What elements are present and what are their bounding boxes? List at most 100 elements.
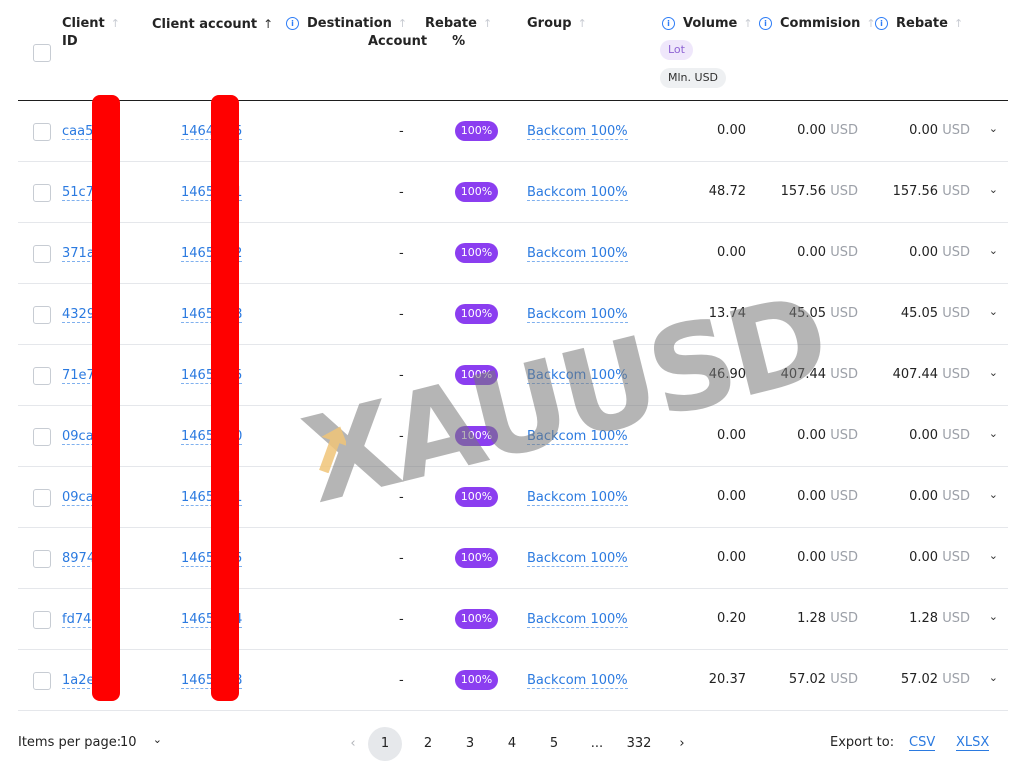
info-icon[interactable]: i [875, 17, 888, 30]
destination-account: - [399, 490, 404, 505]
expand-row-chevron-icon[interactable]: ⌄ [989, 427, 998, 440]
table-row[interactable]: 1a2e14658-100%Backcom 100%20.3757.02 USD… [18, 650, 1008, 711]
volume-unit-usd-toggle[interactable]: Mln. USD [660, 68, 727, 88]
page-button[interactable]: 332 [622, 727, 656, 761]
table-row[interactable]: 897414655-100%Backcom 100%0.000.00 USD0.… [18, 528, 1008, 589]
column-rebate-percent[interactable]: Rebate ↑ % [425, 15, 492, 51]
column-group[interactable]: Group ↑ [527, 15, 587, 33]
rebate-value: 57.02 USD [901, 672, 970, 687]
group-link[interactable]: Backcom 100% [527, 612, 628, 628]
table-row[interactable]: 432914658-100%Backcom 100%13.7445.05 USD… [18, 284, 1008, 345]
client-id-link[interactable]: fd74 [62, 612, 92, 628]
table-row[interactable]: 09ca14651-100%Backcom 100%0.000.00 USD0.… [18, 467, 1008, 528]
row-checkbox[interactable] [33, 123, 51, 141]
table-row[interactable]: 71e714655-100%Backcom 100%46.90407.44 US… [18, 345, 1008, 406]
rebate-amount: 45.05 [900, 306, 939, 321]
client-id-link[interactable]: 4329 [62, 307, 96, 323]
client-id-link[interactable]: 8974 [62, 551, 96, 567]
row-checkbox[interactable] [33, 306, 51, 324]
row-checkbox[interactable] [33, 428, 51, 446]
table-row[interactable]: 09ca14650-100%Backcom 100%0.000.00 USD0.… [18, 406, 1008, 467]
expand-row-chevron-icon[interactable]: ⌄ [989, 305, 998, 318]
prev-page-button[interactable]: ‹ [336, 727, 370, 761]
row-checkbox[interactable] [33, 489, 51, 507]
column-destination-account[interactable]: i Destination ↑ Account [286, 15, 427, 51]
page-button[interactable]: 3 [453, 727, 487, 761]
group-link[interactable]: Backcom 100% [527, 429, 628, 445]
next-page-button[interactable]: › [665, 727, 699, 761]
group-link[interactable]: Backcom 100% [527, 185, 628, 201]
expand-row-chevron-icon[interactable]: ⌄ [989, 549, 998, 562]
export-label: Export to: [830, 735, 895, 750]
row-checkbox[interactable] [33, 550, 51, 568]
group-link[interactable]: Backcom 100% [527, 307, 628, 323]
column-rebate[interactable]: i Rebate ↑ [875, 15, 963, 33]
sort-arrow-icon: ↑ [397, 17, 408, 30]
client-account-prefix: 1465 [181, 185, 215, 200]
expand-row-chevron-icon[interactable]: ⌄ [989, 244, 998, 257]
column-commision[interactable]: i Commision ↑ [759, 15, 876, 33]
row-checkbox[interactable] [33, 367, 51, 385]
client-id-link[interactable]: 371a [62, 246, 95, 262]
row-checkbox[interactable] [33, 672, 51, 690]
rebate-value: 157.56 USD [893, 184, 970, 199]
export-csv-link[interactable]: CSV [909, 735, 936, 751]
rebate-amount: 0.00 [909, 428, 939, 443]
volume-value: 20.37 [708, 672, 746, 687]
page-button[interactable]: 2 [411, 727, 445, 761]
client-id-link[interactable]: 71e7 [62, 368, 95, 384]
client-id-link[interactable]: 51c7 [62, 185, 94, 201]
export-xlsx-link[interactable]: XLSX [956, 735, 990, 751]
group-link[interactable]: Backcom 100% [527, 490, 628, 506]
column-volume[interactable]: i Volume ↑ [662, 15, 753, 33]
commission-amount: 0.00 [797, 428, 827, 443]
rebate-value: 407.44 USD [893, 367, 970, 382]
page-button[interactable]: 5 [537, 727, 571, 761]
column-client-id-line2: ID [62, 34, 78, 49]
row-checkbox[interactable] [33, 611, 51, 629]
volume-unit-lot-toggle[interactable]: Lot [660, 40, 693, 60]
rebate-amount: 0.00 [909, 550, 939, 565]
commission-value: 0.00 USD [797, 489, 858, 504]
table-row[interactable]: caa514645-100%Backcom 100%0.000.00 USD0.… [18, 101, 1008, 162]
client-id-link[interactable]: 09ca [62, 490, 94, 506]
row-checkbox[interactable] [33, 184, 51, 202]
group-link[interactable]: Backcom 100% [527, 246, 628, 262]
rebate-percent-badge: 100% [455, 548, 498, 568]
info-icon[interactable]: i [662, 17, 675, 30]
client-id-link[interactable]: 09ca [62, 429, 94, 445]
expand-row-chevron-icon[interactable]: ⌄ [989, 366, 998, 379]
column-client-id[interactable]: Client ↑ ID [62, 15, 120, 51]
items-per-page-select[interactable]: 10 ⌄ [120, 725, 162, 761]
expand-row-chevron-icon[interactable]: ⌄ [989, 610, 998, 623]
client-id-link[interactable]: caa5 [62, 124, 94, 140]
column-client-account[interactable]: Client account ↑ [152, 15, 273, 34]
row-checkbox[interactable] [33, 245, 51, 263]
commission-value: 0.00 USD [797, 123, 858, 138]
table-row[interactable]: 371a14652-100%Backcom 100%0.000.00 USD0.… [18, 223, 1008, 284]
table-row[interactable]: fd7414654-100%Backcom 100%0.201.28 USD1.… [18, 589, 1008, 650]
rebate-currency: USD [942, 550, 970, 565]
rebate-amount: 1.28 [909, 611, 939, 626]
page-button[interactable]: 4 [495, 727, 529, 761]
commission-value: 0.00 USD [797, 550, 858, 565]
expand-row-chevron-icon[interactable]: ⌄ [989, 671, 998, 684]
expand-row-chevron-icon[interactable]: ⌄ [989, 488, 998, 501]
group-link[interactable]: Backcom 100% [527, 673, 628, 689]
group-link[interactable]: Backcom 100% [527, 551, 628, 567]
info-icon[interactable]: i [759, 17, 772, 30]
info-icon[interactable]: i [286, 17, 299, 30]
select-all-checkbox[interactable] [33, 44, 51, 62]
client-id-link[interactable]: 1a2e [62, 673, 95, 689]
sort-asc-icon: ↑ [263, 17, 274, 31]
rebate-table: Client ↑ ID Client account ↑ i Destination ↑… [18, 0, 1008, 711]
group-link[interactable]: Backcom 100% [527, 368, 628, 384]
destination-account: - [399, 429, 404, 444]
expand-row-chevron-icon[interactable]: ⌄ [989, 183, 998, 196]
group-link[interactable]: Backcom 100% [527, 124, 628, 140]
table-row[interactable]: 51c714651-100%Backcom 100%48.72157.56 US… [18, 162, 1008, 223]
page-button[interactable]: 1 [368, 727, 402, 761]
rebate-percent-badge: 100% [455, 670, 498, 690]
rebate-currency: USD [942, 184, 970, 199]
expand-row-chevron-icon[interactable]: ⌄ [989, 122, 998, 135]
